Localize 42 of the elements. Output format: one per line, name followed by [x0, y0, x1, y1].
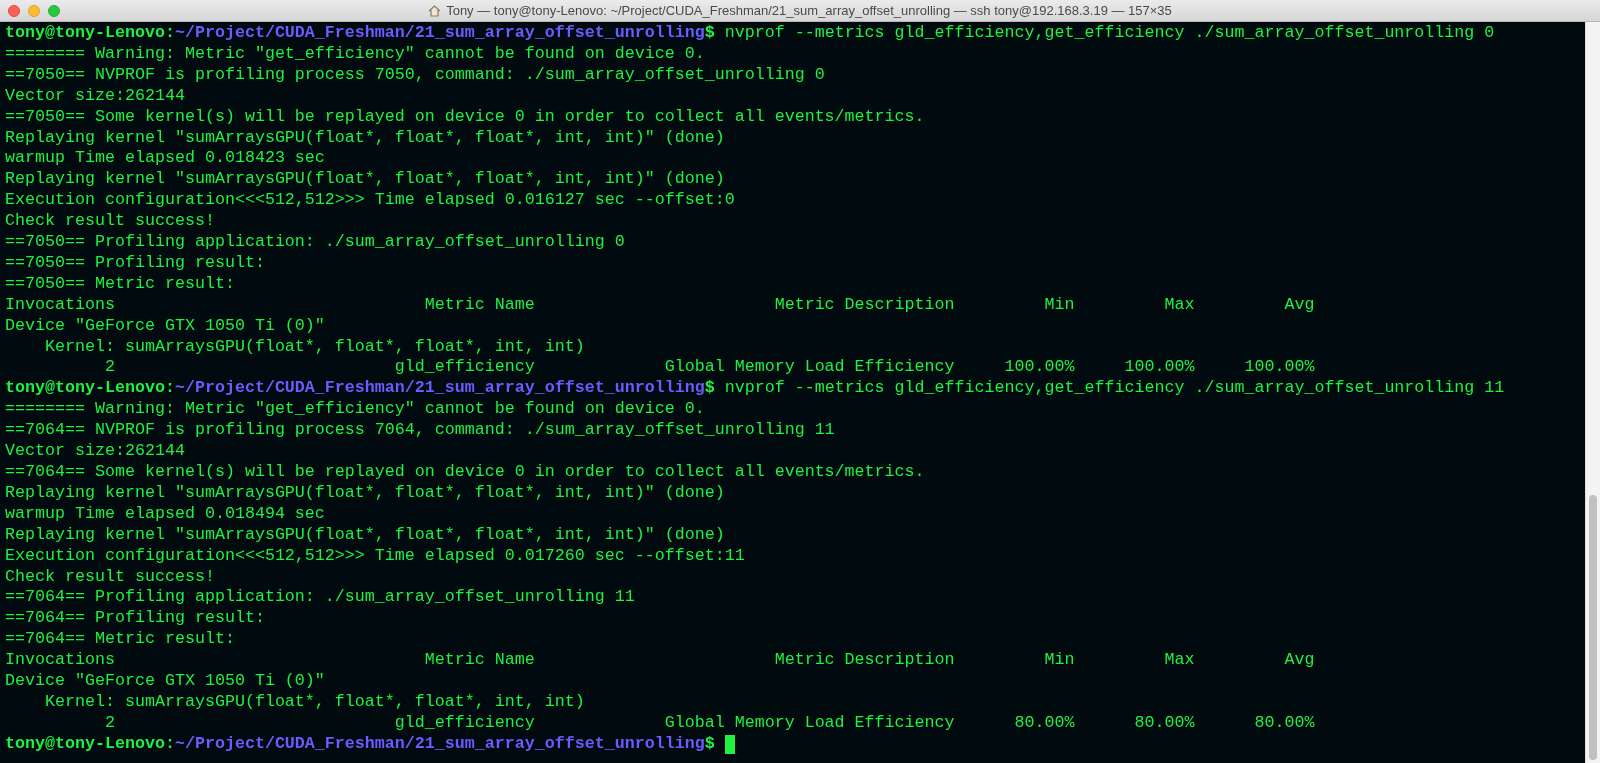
output-line: Execution configuration<<<512,512>>> Time elapsed 0.016127 sec --offset:0 — [5, 190, 735, 212]
close-button[interactable] — [8, 4, 20, 17]
output-line: ==7064== NVPROF is profiling process 7064, command: ./sum_array_offset_unrolling 11 — [5, 420, 835, 442]
output-line: ==7064== Metric result: — [5, 629, 235, 651]
output-line: Replaying kernel "sumArraysGPU(float*, float*, float*, int, int)" (done) — [5, 482, 725, 504]
maximize-button[interactable] — [48, 4, 60, 17]
output-line: ==7064== Profiling result: — [5, 608, 265, 630]
minimize-button[interactable] — [28, 4, 40, 17]
home-icon — [428, 4, 442, 17]
output-line: Execution configuration<<<512,512>>> Time elapsed 0.017260 sec --offset:11 — [5, 545, 745, 567]
output-line: Check result success! — [5, 211, 215, 233]
output-line: warmup Time elapsed 0.018494 sec — [5, 503, 325, 525]
output-line: Replaying kernel "sumArraysGPU(float*, float*, float*, int, int)" (done) — [5, 524, 725, 546]
prompt-line: tony@tony-Lenovo:~/Project/CUDA_Freshman/21_sum_array_offset_unrolling$ nvprof --metrics gld_efficiency,get_efficiency ./sum_array_offset_unrolling 0 — [5, 23, 1495, 44]
output-line: 2 gld_efficiency Global Memory Load Efficiency 100.00% 100.00% 100.00% — [103, 357, 1315, 379]
prompt-line: tony@tony-Lenovo:~/Project/CUDA_Freshman/21_sum_array_offset_unrolling$ nvprof --metrics gld_efficiency,get_efficiency ./sum_array_offset_unrolling 11 — [5, 378, 1505, 400]
output-line: Vector size:262144 — [5, 441, 185, 462]
output-line: ==7050== Some kernel(s) will be replayed on device 0 in order to collect all events/metrics. — [5, 106, 925, 128]
output-line: Invocations Metric Name Metric Description Min Max Avg — [5, 294, 1315, 316]
output-line: ==7050== NVPROF is profiling process 7050, command: ./sum_array_offset_unrolling 0 — [5, 64, 825, 86]
output-line: Check result success! — [5, 566, 215, 588]
prompt-line: tony@tony-Lenovo:~/Project/CUDA_Freshman/21_sum_array_offset_unrolling$ — [5, 733, 715, 755]
output-line: Device "GeForce GTX 1050 Ti (0)" — [5, 315, 325, 337]
output-line: Replaying kernel "sumArraysGPU(float*, float*, float*, int, int)" (done) — [5, 169, 725, 191]
output-line: Kernel: sumArraysGPU(float*, float*, float*, int, int) — [43, 336, 585, 358]
output-line: Replaying kernel "sumArraysGPU(float*, float*, float*, int, int)" (done) — [5, 127, 725, 149]
output-line: Vector size:262144 — [5, 85, 185, 107]
scrollbar[interactable] — [1585, 22, 1600, 763]
output-line: ==7050== Metric result: — [5, 273, 235, 295]
output-line: Invocations Metric Name Metric Description Min Max Avg — [5, 650, 1315, 672]
scrollbar-thumb[interactable] — [1589, 495, 1597, 760]
output-line: Kernel: sumArraysGPU(float*, float*, float*, int, int) — [43, 691, 585, 713]
output-line: ==7050== Profiling result: — [5, 252, 265, 274]
window-title: Tony — tony@tony-Lenovo: ~/Project/CUDA_Freshman/21_sum_array_offset_unrolling — ssh tony@192.168.3.19 — 157×35 — [446, 1, 1172, 20]
output-line: warmup Time elapsed 0.018423 sec — [5, 148, 325, 170]
output-line: ==7064== Some kernel(s) will be replayed on device 0 in order to collect all events/metrics. — [5, 462, 925, 483]
output-line: 2 gld_efficiency Global Memory Load Efficiency 80.00% 80.00% 80.00% — [103, 712, 1315, 734]
output-line: Device "GeForce GTX 1050 Ti (0)" — [5, 671, 325, 692]
output-line: ======== Warning: Metric "get_efficiency" cannot be found on device 0. — [5, 399, 705, 421]
output-line: ======== Warning: Metric "get_efficiency" cannot be found on device 0. — [5, 43, 705, 65]
output-line: ==7064== Profiling application: ./sum_array_offset_unrolling 11 — [5, 587, 635, 609]
output-line: ==7050== Profiling application: ./sum_array_offset_unrolling 0 — [5, 232, 625, 253]
